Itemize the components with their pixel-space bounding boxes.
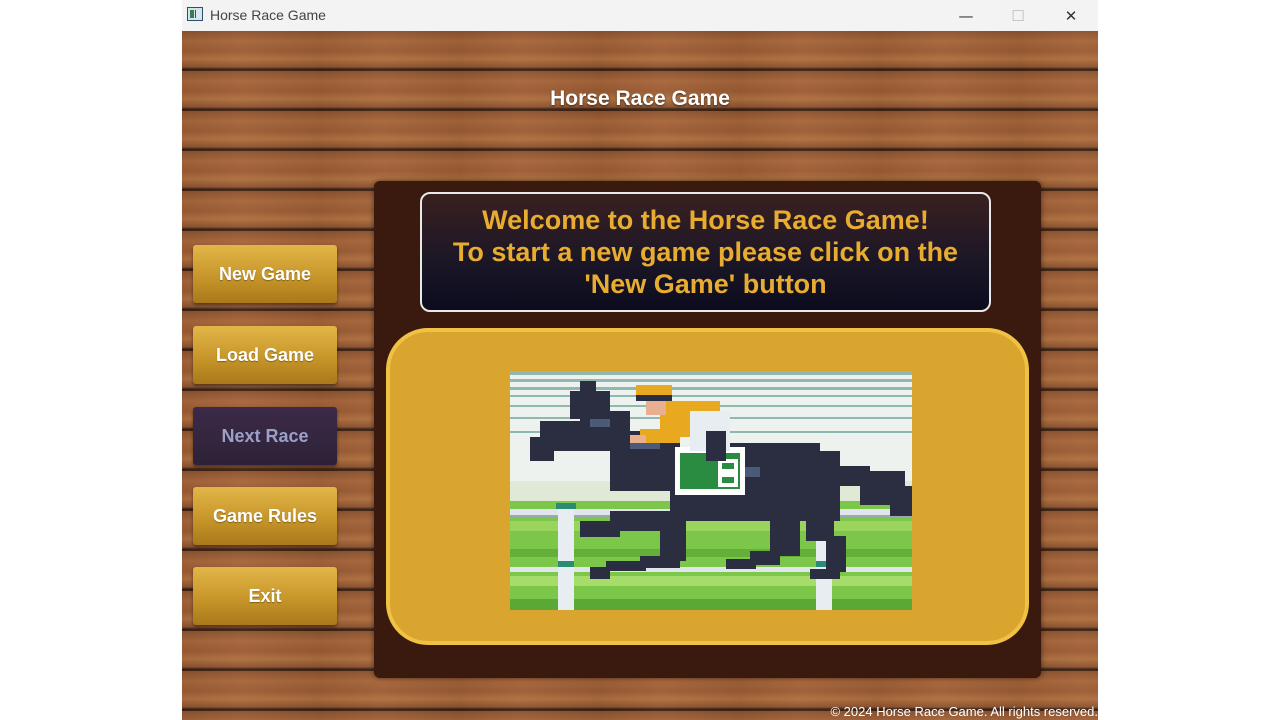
main-panel: Welcome to the Horse Race Game! To start…	[374, 181, 1041, 678]
page-title: Horse Race Game	[550, 87, 730, 110]
copyright-text: © 2024 Horse Race Game. All rights reser…	[830, 704, 1098, 719]
image-frame	[386, 328, 1029, 645]
welcome-message: Welcome to the Horse Race Game! To start…	[420, 192, 991, 312]
welcome-line: 'New Game' button	[584, 269, 827, 299]
close-button[interactable]: ✕	[1048, 0, 1094, 31]
app-window: Horse Race Game — ☐ ✕ Horse Race Game Ne…	[182, 0, 1098, 720]
racehorse-image	[510, 371, 912, 610]
title-bar: Horse Race Game — ☐ ✕	[182, 0, 1098, 32]
new-game-button[interactable]: New Game	[193, 245, 337, 303]
maximize-button[interactable]: ☐	[995, 0, 1041, 31]
minimize-button[interactable]: —	[943, 0, 989, 31]
app-icon	[187, 7, 203, 21]
game-rules-button[interactable]: Game Rules	[193, 487, 337, 545]
welcome-line: To start a new game please click on the	[452, 237, 959, 267]
window-title: Horse Race Game	[210, 7, 326, 23]
welcome-line: Welcome to the Horse Race Game!	[482, 205, 929, 235]
load-game-button[interactable]: Load Game	[193, 326, 337, 384]
exit-button[interactable]: Exit	[193, 567, 337, 625]
next-race-button: Next Race	[193, 407, 337, 465]
racehorse-pixel-art	[510, 371, 912, 610]
